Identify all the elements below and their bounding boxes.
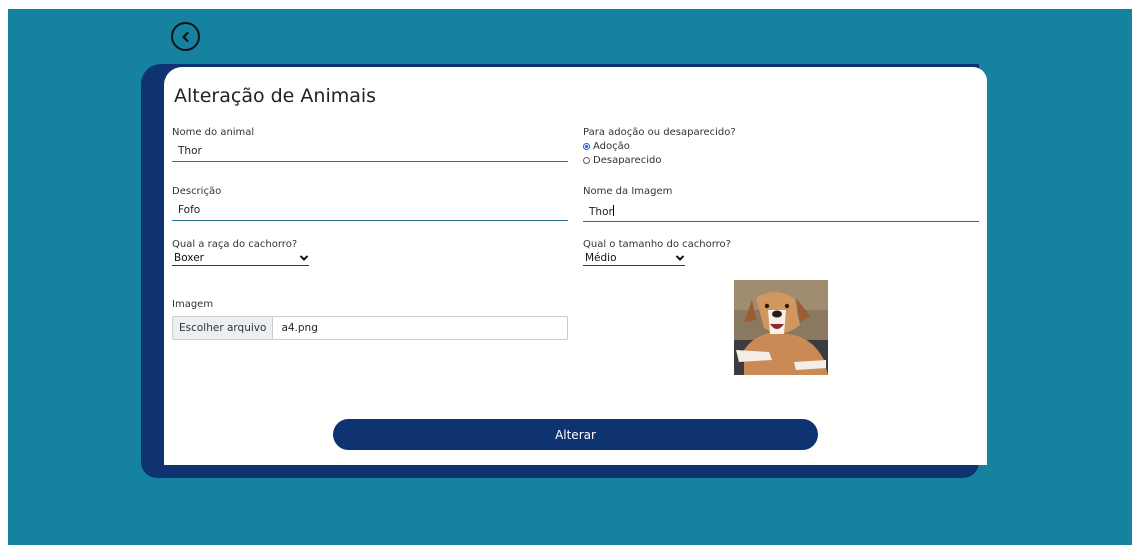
choose-file-button[interactable]: Escolher arquivo — [173, 317, 274, 339]
image-label: Imagem — [172, 299, 214, 310]
purpose-label: Para adoção ou desaparecido? — [583, 127, 736, 138]
chevron-left-icon — [181, 31, 189, 42]
radio-missing[interactable]: Desaparecido — [583, 155, 661, 166]
alter-button[interactable]: Alterar — [333, 419, 818, 450]
image-name-label: Nome da Imagem — [583, 186, 673, 197]
image-name-input[interactable]: Thor — [583, 200, 979, 222]
description-input[interactable]: Fofo — [172, 199, 568, 221]
chosen-file-name: a4.png — [281, 322, 318, 334]
radio-missing-label: Desaparecido — [593, 155, 662, 166]
animal-photo — [734, 280, 828, 375]
radio-adoption-indicator[interactable] — [583, 143, 590, 150]
edit-animal-card: Alteração de Animais Nome do animal Thor… — [164, 67, 987, 465]
image-file-input[interactable]: Escolher arquivo a4.png — [172, 316, 568, 340]
text-cursor — [612, 205, 614, 216]
chevron-down-icon — [675, 254, 685, 261]
breed-selected: Boxer — [174, 251, 204, 264]
description-value: Fofo — [178, 204, 201, 216]
radio-adoption-label: Adoção — [593, 141, 630, 152]
radio-adoption[interactable]: Adoção — [583, 141, 630, 152]
size-select[interactable]: Médio — [583, 250, 685, 266]
breed-label: Qual a raça do cachorro? — [172, 239, 298, 250]
description-label: Descrição — [172, 186, 222, 197]
animal-name-value: Thor — [178, 145, 202, 157]
back-button[interactable] — [171, 22, 200, 51]
size-selected: Médio — [585, 251, 617, 264]
size-label: Qual o tamanho do cachorro? — [583, 239, 731, 250]
chevron-down-icon — [299, 254, 309, 261]
animal-name-input[interactable]: Thor — [172, 140, 568, 162]
radio-missing-indicator[interactable] — [583, 157, 590, 164]
page-title: Alteração de Animais — [174, 85, 377, 107]
animal-name-label: Nome do animal — [172, 127, 255, 138]
breed-select[interactable]: Boxer — [172, 250, 309, 266]
image-name-value: Thor — [589, 206, 613, 218]
